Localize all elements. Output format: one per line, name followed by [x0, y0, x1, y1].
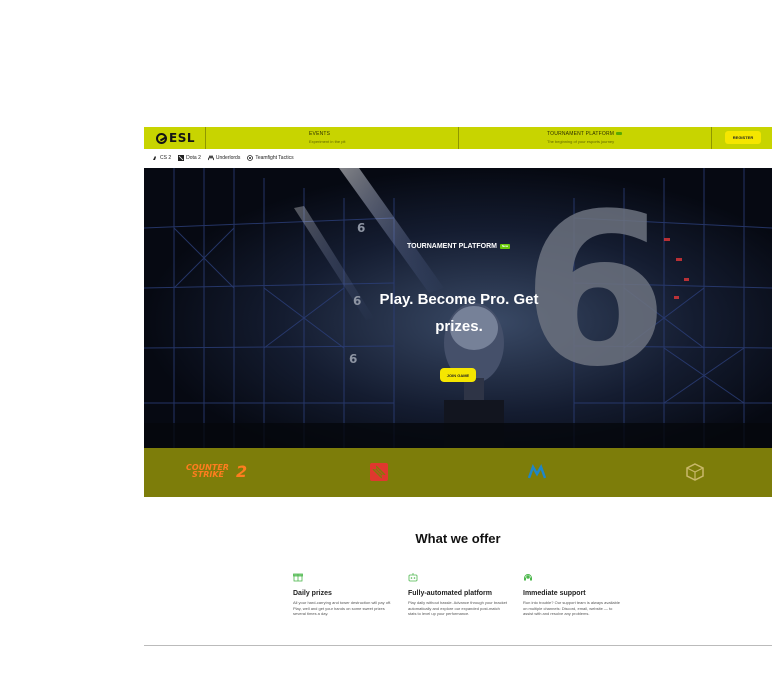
offer-description: Play daily without hassle. Advance throu… — [408, 600, 507, 616]
tab-cs2-label: CS 2 — [160, 155, 172, 161]
hero-new-badge: New — [499, 244, 511, 249]
tab-cs2[interactable]: CS 2 — [152, 155, 171, 161]
tab-dota2-label: Dota 2 — [186, 155, 201, 161]
register-button[interactable]: REGISTER — [725, 131, 761, 144]
offer-description: Run into trouble? Our support team is al… — [523, 600, 620, 616]
dota2-icon — [178, 155, 185, 161]
nav-tournament-platform[interactable]: TOURNAMENT PLATFORM The beginning of you… — [547, 131, 623, 144]
tab-tft-label: Teamfight Tactics — [255, 155, 294, 161]
divider — [711, 127, 712, 149]
top-navigation-bar: ESL EVENTS Experiment in the pit TOURNAM… — [144, 127, 772, 149]
nav-platform-title: TOURNAMENT PLATFORM — [547, 131, 623, 137]
nav-platform-title-text: TOURNAMENT PLATFORM — [547, 131, 615, 137]
nav-events-title: EVENTS — [309, 131, 331, 137]
section-divider — [144, 645, 772, 646]
dota2-logo-icon[interactable] — [370, 463, 388, 481]
offer-title: Immediate support — [523, 590, 586, 597]
hero-small-number: 6 — [349, 352, 358, 366]
offer-title: Fully-automated platform — [408, 590, 493, 597]
counter-strike-2-logo[interactable]: COUNTER STRIKE 2 — [186, 464, 247, 480]
cs2-logo-line2: STRIKE — [192, 470, 225, 479]
hero-small-number: 6 — [357, 221, 366, 235]
hero-title: Play. Become Pro. Get prizes. — [379, 291, 539, 335]
game-tabs: CS 2 Dota 2 Underlords Teamfight Tactics — [144, 149, 772, 167]
hero-label: TOURNAMENT PLATFORM New — [407, 243, 511, 250]
cs2-logo-number: 2 — [236, 462, 248, 481]
offer-description: All your hard-carrying and tower destruc… — [293, 600, 392, 616]
tab-underlords-label: Underlords — [215, 155, 241, 161]
offer-card-automated-platform: Fully-automated platform Play daily with… — [408, 569, 508, 617]
underlords-icon — [207, 155, 214, 161]
robot-icon — [408, 573, 418, 582]
underlords-logo-icon[interactable] — [528, 464, 546, 480]
headset-icon — [524, 574, 532, 581]
offer-card-immediate-support: Immediate support Run into trouble? Our … — [523, 569, 623, 617]
page: ESL EVENTS Experiment in the pit TOURNAM… — [144, 127, 772, 679]
new-badge — [616, 132, 623, 136]
gift-icon — [293, 573, 303, 582]
nav-events-subtitle: Experiment in the pit — [309, 139, 346, 144]
hero-label-text: TOURNAMENT PLATFORM — [407, 243, 497, 250]
cs2-icon — [153, 156, 156, 160]
esl-logo-icon — [156, 132, 167, 144]
esl-logo[interactable]: ESL — [156, 131, 195, 145]
offer-card-daily-prizes: Daily prizes All your hard-carrying and … — [293, 569, 393, 617]
divider — [205, 127, 206, 149]
offers-heading: What we offer — [415, 531, 501, 546]
offer-title: Daily prizes — [293, 590, 332, 597]
tab-dota2[interactable]: Dota 2 — [178, 155, 201, 161]
nav-platform-subtitle: The beginning of your esports journey — [547, 139, 615, 144]
hero-banner: 6 6 6 6 TOURNAMENT PLATFORM New Play. Be… — [144, 168, 772, 448]
tft-icon — [247, 155, 254, 161]
nav-events[interactable]: EVENTS Experiment in the pit — [309, 131, 345, 144]
tab-teamfight-tactics[interactable]: Teamfight Tactics — [247, 155, 294, 161]
tft-logo-icon[interactable] — [686, 463, 704, 481]
divider — [458, 127, 459, 149]
join-game-button[interactable]: JOIN GAME — [440, 368, 476, 382]
esl-logo-text: ESL — [169, 131, 195, 145]
tab-underlords[interactable]: Underlords — [207, 155, 241, 161]
game-logo-strip: COUNTER STRIKE 2 — [144, 448, 772, 497]
